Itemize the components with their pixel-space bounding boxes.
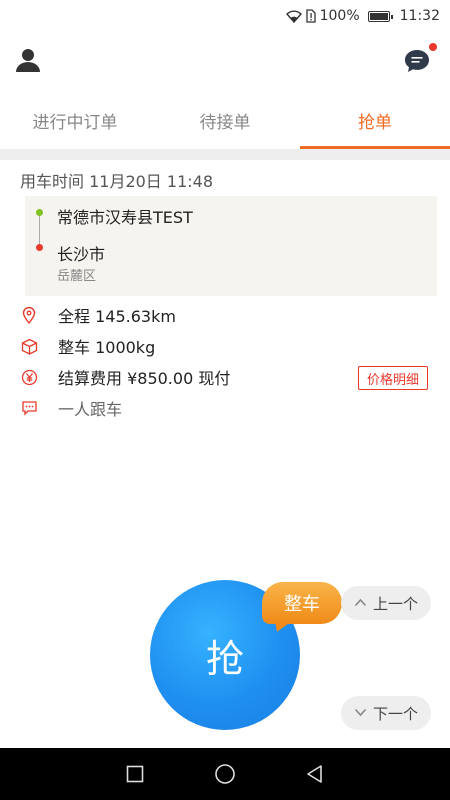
distance-row: 全程 145.63km — [20, 302, 440, 328]
notification-dot — [428, 42, 438, 52]
full-truck-tag: 整车 — [262, 582, 342, 624]
user-icon[interactable] — [14, 46, 42, 74]
previous-order-label: 上一个 — [372, 594, 418, 613]
origin-address: 常德市汉寿县TEST — [57, 208, 193, 227]
tab-in-progress[interactable]: 进行中订单 — [0, 92, 150, 149]
package-box-icon — [20, 337, 38, 355]
price-detail-button[interactable]: 价格明细 — [358, 366, 428, 390]
use-time: 用车时间 11月20日 11:48 — [20, 172, 214, 191]
chat-bubble-icon[interactable] — [402, 46, 432, 76]
destination-city: 长沙市 — [57, 245, 106, 264]
system-nav-bar — [0, 748, 450, 800]
previous-order-button[interactable]: 上一个 — [341, 586, 431, 620]
route-line — [39, 216, 40, 246]
vehicle-text: 整车 1000kg — [58, 338, 156, 357]
app-header — [0, 32, 450, 92]
tab-pending[interactable]: 待接单 — [150, 92, 300, 149]
recents-square-icon[interactable] — [124, 763, 146, 785]
order-tabs: 进行中订单 待接单 抢单 — [0, 92, 450, 150]
back-triangle-icon[interactable] — [304, 763, 326, 785]
sim-alert-icon — [305, 9, 316, 23]
clock: 11:32 — [399, 8, 440, 24]
next-order-button[interactable]: 下一个 — [341, 696, 431, 730]
tab-grab[interactable]: 抢单 — [300, 92, 450, 149]
battery-icon — [367, 10, 393, 22]
distance-text: 全程 145.63km — [58, 307, 176, 326]
destination-district: 岳麓区 — [57, 269, 97, 284]
grab-order-screen: 100% 11:32 进行中订单 待接单 抢单 用车时间 11月20日 11:4… — [0, 0, 450, 800]
origin-dot-icon — [36, 209, 43, 216]
wifi-icon — [285, 9, 302, 23]
divider — [0, 150, 450, 160]
yuan-coin-icon — [20, 368, 38, 386]
comment-icon — [20, 399, 38, 417]
next-order-label: 下一个 — [372, 704, 418, 723]
chevron-up-icon — [354, 595, 367, 611]
vehicle-row: 整车 1000kg — [20, 333, 440, 359]
location-pin-icon — [20, 306, 38, 324]
battery-percent: 100% — [319, 8, 360, 24]
status-bar: 100% 11:32 — [0, 0, 450, 32]
remark-row: 一人跟车 — [20, 395, 440, 421]
chevron-down-icon — [354, 705, 367, 721]
remark-text: 一人跟车 — [58, 400, 123, 419]
home-circle-icon[interactable] — [214, 763, 236, 785]
route-box: 常德市汉寿县TEST 长沙市 岳麓区 — [25, 196, 437, 296]
destination-dot-icon — [36, 244, 43, 251]
fee-text: 结算费用 ¥850.00 现付 — [58, 369, 231, 388]
